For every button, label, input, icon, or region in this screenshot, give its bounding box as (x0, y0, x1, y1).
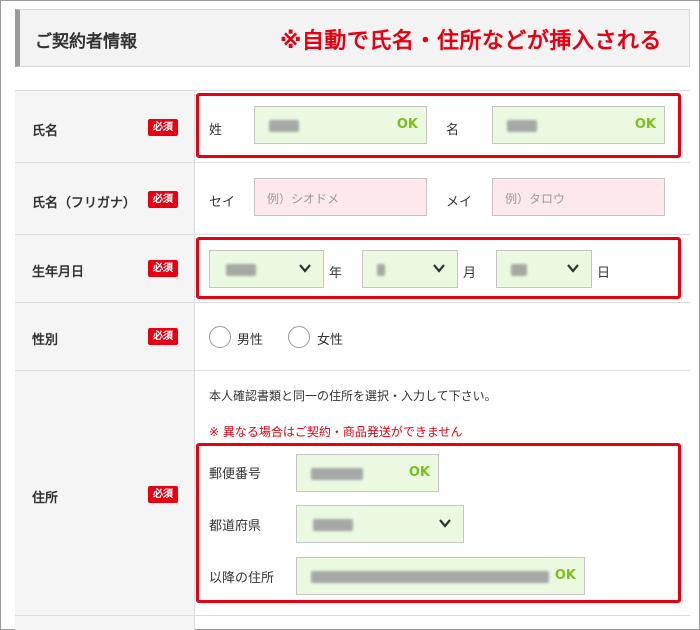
gender-label: 性別 (32, 333, 59, 348)
kana-first-input[interactable]: 例）タロウ (492, 178, 665, 216)
address-label: 住所 (32, 491, 59, 506)
highlight-box (196, 237, 681, 299)
contractor-form-table: 氏名 必須 姓 OK 名 OK 氏名（フリガナ） 必須 セイ 例）シオドメ メイ… (15, 90, 690, 630)
label-cell: 性別 必須 (15, 303, 195, 370)
row-name: 氏名 必須 姓 OK 名 OK (15, 91, 690, 163)
required-badge: 必須 (148, 119, 178, 136)
row-gender: 性別 必須 男性 女性 (15, 303, 690, 371)
required-badge: 必須 (148, 486, 178, 503)
auto-fill-annotation: ※自動で氏名・住所などが挿入される (280, 29, 662, 54)
mei-label: メイ (446, 195, 473, 210)
gender-male-radio[interactable] (209, 326, 231, 348)
label-cell (15, 616, 195, 630)
row-address: 住所 必須 本人確認書類と同一の住所を選択・入力して下さい。 ※ 異なる場合はご… (15, 371, 690, 616)
address-warning: ※ 異なる場合はご契約・商品発送ができません (209, 425, 463, 439)
section-title: ご契約者情報 (35, 32, 137, 52)
section-header: ご契約者情報 ※自動で氏名・住所などが挿入される (15, 9, 690, 67)
birthdate-label: 生年月日 (32, 265, 85, 280)
name-label: 氏名 (32, 124, 59, 139)
highlight-box (196, 93, 681, 158)
kana-last-placeholder: 例）シオドメ (267, 192, 340, 206)
row-birthdate: 生年月日 必須 年 月 日 (15, 235, 690, 303)
address-instruction: 本人確認書類と同一の住所を選択・入力して下さい。 (209, 389, 497, 403)
required-badge: 必須 (148, 328, 178, 345)
label-cell: 生年月日 必須 (15, 235, 195, 302)
gender-female-radio[interactable] (288, 326, 310, 348)
label-cell: 氏名（フリガナ） 必須 (15, 163, 195, 234)
gender-female-label[interactable]: 女性 (317, 329, 343, 348)
label-cell: 住所 必須 (15, 371, 195, 615)
sei-label: セイ (209, 195, 236, 210)
kana-label: 氏名（フリガナ） (32, 196, 137, 211)
required-badge: 必須 (148, 260, 178, 277)
row-next-partial (15, 616, 690, 630)
required-badge: 必須 (148, 191, 178, 208)
gender-male-label[interactable]: 男性 (237, 329, 263, 348)
kana-last-input[interactable]: 例）シオドメ (254, 178, 427, 216)
kana-first-placeholder: 例）タロウ (505, 192, 566, 206)
label-cell: 氏名 必須 (15, 91, 195, 162)
highlight-box (196, 443, 681, 603)
row-kana: 氏名（フリガナ） 必須 セイ 例）シオドメ メイ 例）タロウ (15, 163, 690, 235)
